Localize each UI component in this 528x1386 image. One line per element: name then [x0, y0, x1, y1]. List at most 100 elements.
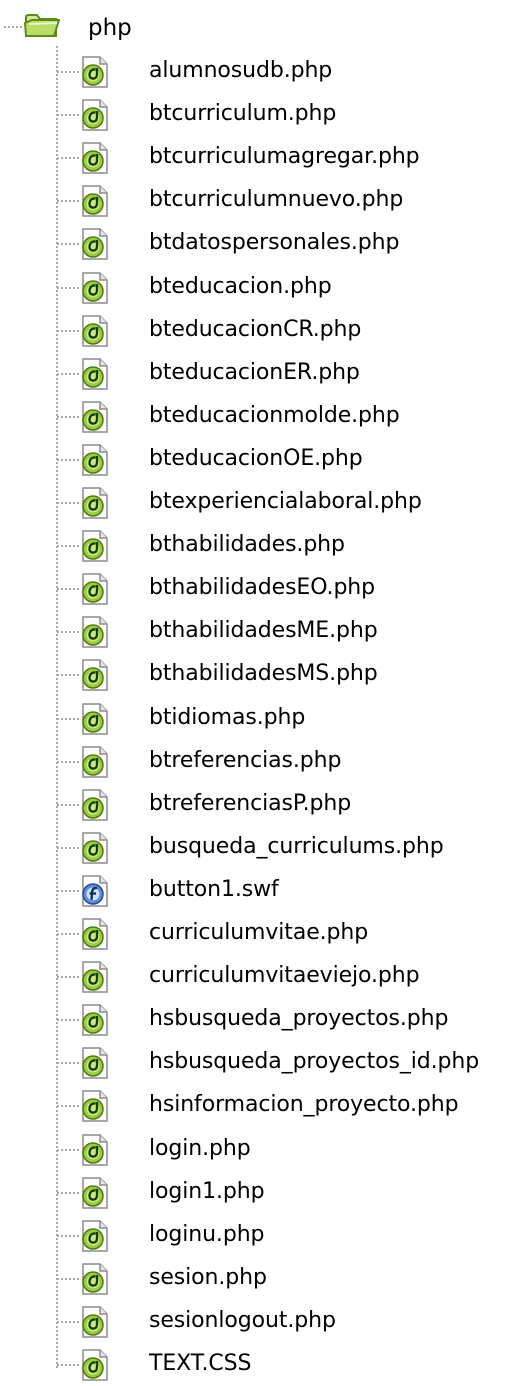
tree-node-file[interactable]: bteducacion.php [0, 267, 528, 307]
file-connector [57, 933, 79, 935]
file-connector [57, 1364, 79, 1366]
tree-node-file[interactable]: bthabilidadesMS.php [0, 654, 528, 694]
php-file-icon [80, 227, 110, 261]
tree-node-file[interactable]: hsbusqueda_proyectos_id.php [0, 1042, 528, 1082]
file-connector [57, 459, 79, 461]
file-connector [57, 1278, 79, 1280]
css-file-icon [80, 1348, 110, 1382]
file-connector [57, 718, 79, 720]
tree-node-file[interactable]: sesion.php [0, 1258, 528, 1298]
tree-node-file[interactable]: btexperiencialaboral.php [0, 482, 528, 522]
tree-node-file[interactable]: btcurriculumnuevo.php [0, 180, 528, 220]
php-file-icon [80, 357, 110, 391]
file-connector [57, 287, 79, 289]
file-connector [57, 1105, 79, 1107]
file-connector [57, 243, 79, 245]
tree-node-file[interactable]: bteducacionCR.php [0, 310, 528, 350]
file-label: btcurriculum.php [149, 101, 337, 126]
tree-node-file[interactable]: bteducacionER.php [0, 353, 528, 393]
file-connector [57, 1235, 79, 1237]
tree-node-file[interactable]: btreferencias.php [0, 741, 528, 781]
file-label: bteducacionOE.php [149, 446, 363, 471]
file-connector [57, 71, 79, 73]
file-label: busqueda_curriculums.php [149, 834, 444, 859]
file-connector [57, 373, 79, 375]
tree-node-file[interactable]: sesionlogout.php [0, 1301, 528, 1341]
tree-node-file[interactable]: bthabilidadesME.php [0, 611, 528, 651]
tree-node-file[interactable]: btreferenciasP.php [0, 784, 528, 824]
php-file-icon [80, 1305, 110, 1339]
file-label: btcurriculumnuevo.php [149, 187, 404, 212]
tree-node-file[interactable]: hsinformacion_proyecto.php [0, 1085, 528, 1125]
file-connector [57, 157, 79, 159]
php-file-icon [80, 960, 110, 994]
php-file-icon [80, 658, 110, 692]
file-connector [57, 890, 79, 892]
tree-node-file[interactable]: login.php [0, 1129, 528, 1169]
file-connector [57, 761, 79, 763]
php-file-icon [80, 1046, 110, 1080]
file-label: btreferencias.php [149, 748, 342, 773]
file-connector [57, 114, 79, 116]
swf-file-icon [80, 874, 110, 908]
file-connector [57, 330, 79, 332]
php-file-icon [80, 1003, 110, 1037]
file-label: btidiomas.php [149, 705, 306, 730]
file-label: bthabilidades.php [149, 532, 345, 557]
php-file-icon [80, 917, 110, 951]
file-label: hsinformacion_proyecto.php [149, 1092, 459, 1117]
tree-node-file[interactable]: btcurriculumagregar.php [0, 137, 528, 177]
file-label: hsbusqueda_proyectos_id.php [149, 1049, 480, 1074]
tree-node-file[interactable]: btidiomas.php [0, 698, 528, 738]
file-connector [57, 631, 79, 633]
tree-node-file[interactable]: curriculumvitae.php [0, 913, 528, 953]
tree-node-file[interactable]: login1.php [0, 1172, 528, 1212]
file-connector [57, 416, 79, 418]
tree-node-file[interactable]: button1.swf [0, 870, 528, 910]
tree-node-file[interactable]: btdatospersonales.php [0, 223, 528, 263]
php-file-icon [80, 788, 110, 822]
file-label: alumnosudb.php [149, 58, 333, 83]
php-file-icon [80, 1176, 110, 1210]
file-connector [57, 1062, 79, 1064]
tree-node-file[interactable]: curriculumvitaeviejo.php [0, 956, 528, 996]
php-file-icon [80, 55, 110, 89]
tree-node-file[interactable]: busqueda_curriculums.php [0, 827, 528, 867]
tree-node-file[interactable]: alumnosudb.php [0, 51, 528, 91]
php-file-icon [80, 184, 110, 218]
tree-node-file[interactable]: TEXT.CSS [0, 1344, 528, 1384]
file-label: hsbusqueda_proyectos.php [149, 1006, 449, 1031]
file-label: bthabilidadesME.php [149, 618, 378, 643]
file-label: curriculumvitaeviejo.php [149, 963, 420, 988]
file-label: curriculumvitae.php [149, 920, 369, 945]
tree-node-file[interactable]: btcurriculum.php [0, 94, 528, 134]
file-label: sesion.php [149, 1265, 267, 1290]
php-file-icon [80, 141, 110, 175]
file-connector [57, 1192, 79, 1194]
tree-node-file[interactable]: bthabilidades.php [0, 525, 528, 565]
file-label: loginu.php [149, 1222, 265, 1247]
file-connector [57, 502, 79, 504]
php-file-icon [80, 443, 110, 477]
php-file-icon [80, 98, 110, 132]
tree-node-file[interactable]: bteducacionOE.php [0, 439, 528, 479]
tree-node-file[interactable]: loginu.php [0, 1215, 528, 1255]
file-label: login1.php [149, 1179, 265, 1204]
tree-node-php-folder[interactable]: php [0, 6, 528, 46]
php-file-icon [80, 486, 110, 520]
php-file-icon [80, 615, 110, 649]
php-file-icon [80, 1089, 110, 1123]
php-file-icon [80, 1219, 110, 1253]
tree-node-file[interactable]: bteducacionmolde.php [0, 396, 528, 436]
file-label: btdatospersonales.php [149, 230, 400, 255]
tree-node-file[interactable]: hsbusqueda_proyectos.php [0, 999, 528, 1039]
file-connector [57, 674, 79, 676]
file-label: bteducacionER.php [149, 360, 360, 385]
php-file-icon [80, 1133, 110, 1167]
file-label: bteducacionCR.php [149, 317, 362, 342]
folder-label: php [88, 15, 132, 41]
file-label: sesionlogout.php [149, 1308, 336, 1333]
php-file-icon [80, 745, 110, 779]
file-connector [57, 804, 79, 806]
tree-node-file[interactable]: bthabilidadesEO.php [0, 568, 528, 608]
